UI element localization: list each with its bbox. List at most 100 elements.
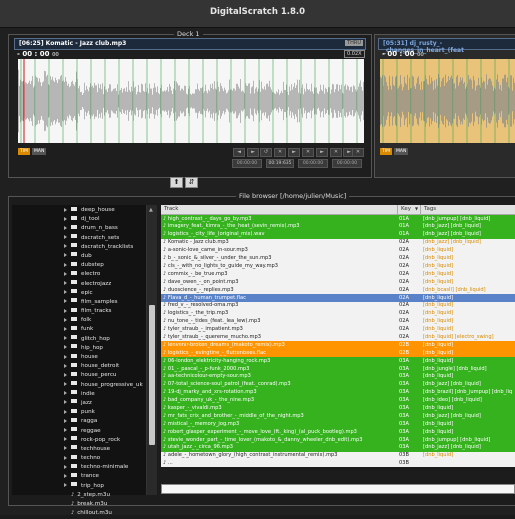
folder-item[interactable]: techhouse [12,445,147,455]
load-deck-1-button[interactable]: ⬆ [170,177,183,188]
expand-arrow-icon[interactable] [64,253,67,258]
folder-item[interactable]: film_samples [12,298,147,308]
folder-item[interactable]: rock-pop_rock [12,436,147,446]
folder-item[interactable]: epic [12,289,147,299]
expand-arrow-icon[interactable] [64,308,67,313]
expand-arrow-icon[interactable] [64,345,67,350]
folder-item[interactable]: funk [12,325,147,335]
table-row[interactable]: ♪ 19-dj_marky_and_xrs-rotation.mp3 03A [dn… [161,388,515,397]
column-header-track[interactable]: Track [164,206,178,212]
load-deck-2-button[interactable]: ⇵ [185,177,198,188]
deck-1-cue-1-button[interactable]: ◄ [233,148,245,157]
expand-arrow-icon[interactable] [64,400,67,405]
table-row[interactable]: ♪ fred_v_-_resolved-oma.mp3 02A [dnb_liqui… [161,301,515,310]
folder-item[interactable]: house_detroit [12,362,147,372]
expand-arrow-icon[interactable] [64,446,67,451]
deck-1-cue-7-button[interactable]: ► [316,148,328,157]
deck-1-cue-10-button[interactable]: ✕ [352,148,364,157]
playlist-file-item[interactable]: ♪ break.m3u [12,501,147,510]
playlist-file-item[interactable]: ♪ 2_step.m3u [12,492,147,501]
folder-tree-scroll-thumb[interactable] [149,305,155,445]
expand-arrow-icon[interactable] [64,391,67,396]
scroll-up-arrow-icon[interactable]: ▲ [149,207,153,213]
folder-item[interactable]: jazz [12,399,147,409]
table-row[interactable]: ♪ logistics_-_city_life_(original_mix).w… [161,230,515,239]
deck-1-cue-4-button[interactable]: ✕ [274,148,286,157]
expand-arrow-icon[interactable] [64,464,67,469]
expand-arrow-icon[interactable] [64,455,67,460]
table-row[interactable]: ♪ b_-_sonic_&_silver_-_under_the_sun.mp3… [161,254,515,263]
folder-item[interactable]: dubstep [12,261,147,271]
expand-arrow-icon[interactable] [64,428,67,432]
table-row[interactable]: ♪ dave_owen_-_on_point.mp3 02A [dnb_liquid… [161,278,515,287]
expand-arrow-icon[interactable] [64,409,67,414]
table-row[interactable]: ♪ logistics_-_evingtine_-_fluttenbees.fl… [161,349,515,358]
expand-arrow-icon[interactable] [64,418,67,423]
table-row[interactable]: ♪ lenvenir-broken_dreams_(makoto_remix).… [161,341,515,350]
track-table[interactable]: Track Key ▼ Tags ♪ high_contrast_-_days_… [161,205,515,467]
deck-1-cue-2-button[interactable]: ► [247,148,259,157]
folder-item[interactable]: film_tracks [12,307,147,317]
table-row[interactable]: ♪ mistical_-_memory_jog.mp3 03A [dnb_liqui… [161,420,515,429]
expand-arrow-icon[interactable] [64,336,67,341]
deck-1-tim-button[interactable]: TIM [18,148,30,155]
folder-tree-scrollbar[interactable]: ▲ [146,205,157,495]
deck-1-cue-3-button[interactable]: ↺ [260,148,272,157]
table-row[interactable]: ♪ stevie_wonder_part_-_time_lover_(makot… [161,435,515,444]
expand-arrow-icon[interactable] [64,372,67,377]
expand-arrow-icon[interactable] [64,382,67,387]
table-row[interactable]: ♪ tyler_straub_-_quereme_mucho.mp3 02A [dn… [161,333,515,342]
folder-item[interactable]: deep_house [12,206,147,216]
deck-1-thru-button[interactable]: THRU [345,40,363,46]
expand-arrow-icon[interactable] [64,271,67,276]
folder-item[interactable]: trance [12,472,147,482]
folder-item[interactable]: house_progressive_uk [12,381,147,391]
folder-item[interactable]: dscratch_tracklists [12,243,147,253]
folder-item[interactable]: punk [12,408,147,418]
expand-arrow-icon[interactable] [64,354,67,359]
folder-item[interactable]: indie [12,390,147,400]
folder-item[interactable]: ragga [12,417,147,427]
expand-arrow-icon[interactable] [64,216,67,221]
table-row[interactable]: ♪ ... 03B [161,459,515,467]
expand-arrow-icon[interactable] [64,483,67,488]
column-header-key[interactable]: Key [401,206,411,212]
column-header-tags[interactable]: Tags [424,206,436,212]
folder-item[interactable]: folk [12,316,147,326]
deck-2-man-button[interactable]: MAN [394,148,409,155]
table-row[interactable]: ♪ high_contrast_-_days_go_by.mp3 01A [dnb_… [161,215,515,223]
expand-arrow-icon[interactable] [64,225,67,230]
deck-2-waveform[interactable] [380,59,515,143]
folder-item[interactable]: dscratch_sets [12,234,147,244]
folder-item[interactable]: techno-minimale [12,463,147,473]
folder-item[interactable]: electrojazz [12,280,147,290]
folder-item[interactable]: house [12,353,147,363]
expand-arrow-icon[interactable] [64,235,67,240]
table-row[interactable]: ♪ 07-total_science-soul_patrol_(feat._co… [161,380,515,389]
expand-arrow-icon[interactable] [64,262,67,267]
table-row[interactable]: ♪ commix_-_be_true.mp3 02A [dnb_liquid] [161,270,515,279]
folder-item[interactable]: hip_hop [12,344,147,354]
folder-item[interactable]: trip_hop [12,482,147,492]
table-row[interactable]: ♪ logistics_-_the_trip.mp3 02A [dnb_liquid… [161,309,515,318]
deck-1-cue-8-button[interactable]: ✕ [330,148,342,157]
table-row[interactable]: ♪ utah_jazz_-_circa_96.mp3 03A [dnb_jazz] … [161,443,515,452]
folder-item[interactable]: house_percu [12,371,147,381]
deck-1-waveform[interactable] [18,59,364,143]
table-row[interactable]: ♪ cls_-_with_no_lights_to_guide_my_way.m… [161,262,515,271]
table-row[interactable]: ♪ kasper_-_vivaldi.mp3 03A [dnb_liquid] [161,404,515,413]
folder-item[interactable]: glitch_hop [12,335,147,345]
expand-arrow-icon[interactable] [64,290,67,295]
table-row[interactable]: ♪ imagery_feat._kimra_-_the_heat_(sevin_… [161,222,515,231]
folder-item[interactable]: dub [12,252,147,262]
expand-arrow-icon[interactable] [64,317,67,322]
table-row[interactable]: ♪ Flava_d_-_human_trumpet.flac 02A [dnb_li… [161,293,515,302]
track-search-input[interactable] [161,484,515,494]
expand-arrow-icon[interactable] [64,473,67,478]
table-row[interactable]: ♪ robert_glasper_experiment_-_move_love_… [161,428,515,436]
expand-arrow-icon[interactable] [64,281,67,285]
deck-1-cue-6-button[interactable]: ✕ [302,148,314,157]
table-row[interactable]: ♪ 01_-_pascal_-_p-funk_2000.mp3 03A [dnb_j… [161,364,515,373]
folder-item[interactable]: dj_tool [12,215,147,225]
expand-arrow-icon[interactable] [64,299,67,304]
